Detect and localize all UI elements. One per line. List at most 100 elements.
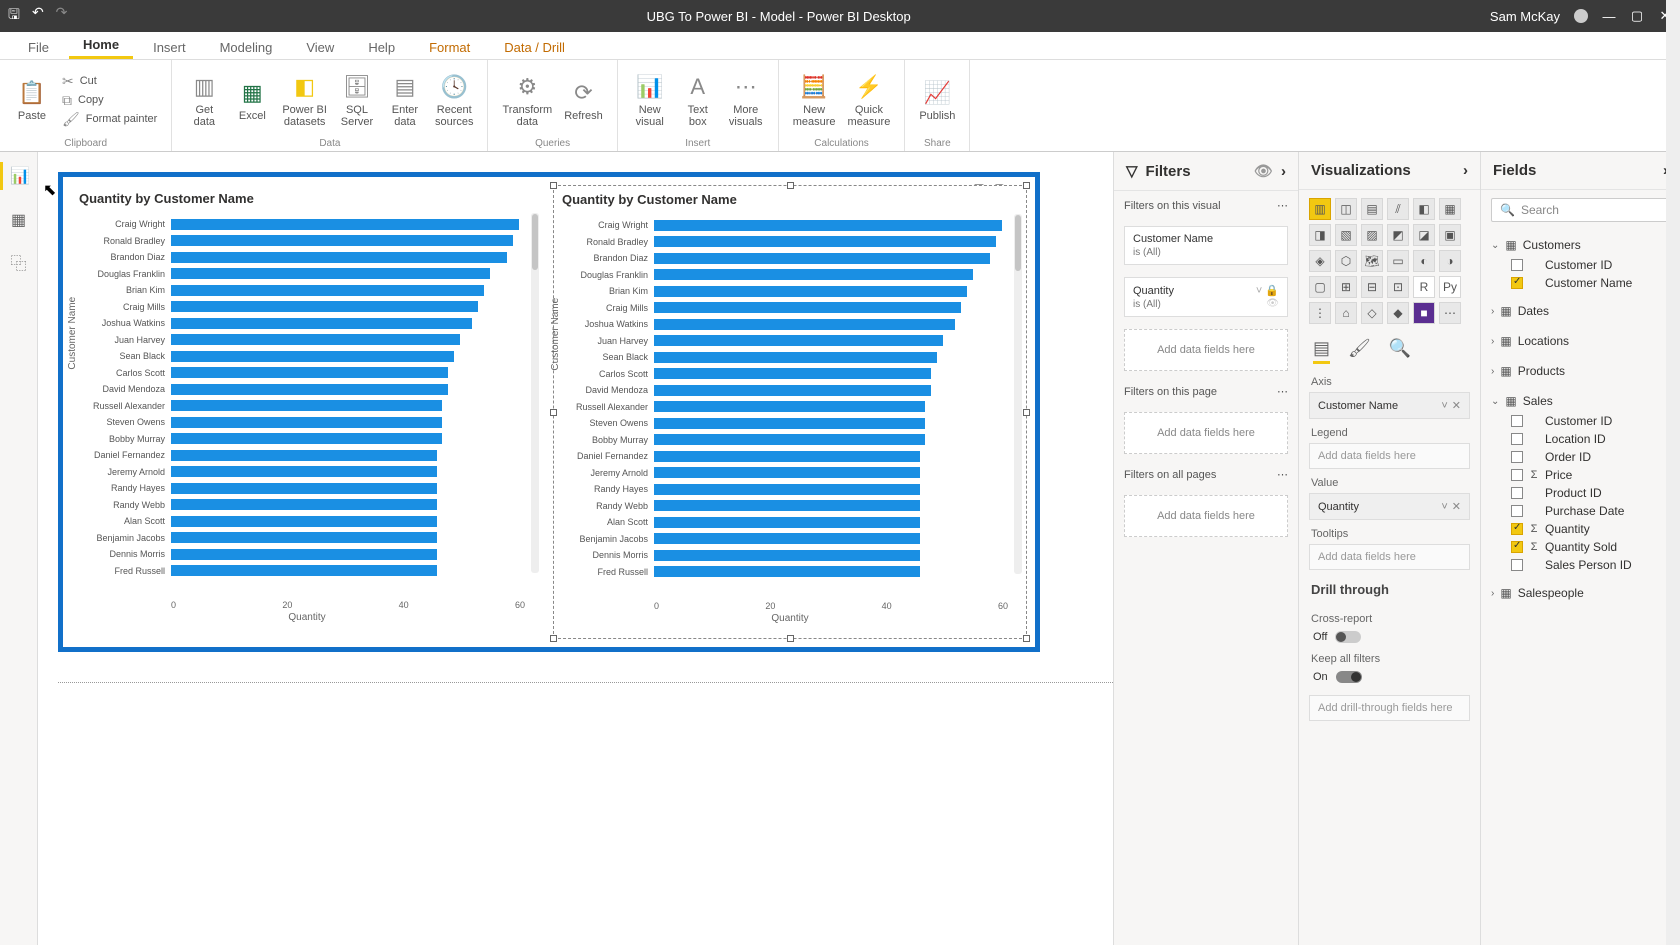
table-header[interactable]: ›▦Products [1491,360,1670,382]
bar-row[interactable]: Douglas Franklin [654,267,1008,284]
filter-card-customer[interactable]: Customer Name is (All) [1124,226,1288,265]
viz-type-icon[interactable]: Py [1439,276,1461,298]
bar-chart-2[interactable]: Quantity by Customer Name Customer Name … [553,185,1027,639]
field-row[interactable]: Purchase Date [1491,502,1670,520]
bar-chart-1[interactable]: Quantity by Customer Name Customer Name … [71,185,543,639]
bar-row[interactable]: Dennis Morris [654,547,1008,564]
bar-row[interactable]: Fred Russell [171,563,525,580]
viz-type-icon[interactable]: ⊞ [1335,276,1357,298]
field-row[interactable]: Sales Person ID [1491,556,1670,574]
viz-type-icon[interactable]: ⌂ [1335,302,1357,324]
viz-type-icon[interactable]: ◐ [1413,250,1435,272]
legend-well[interactable]: Add data fields here [1309,443,1470,469]
bar-row[interactable]: David Mendoza [171,381,525,398]
field-row[interactable]: ΣQuantity Sold [1491,538,1670,556]
bar-row[interactable]: Juan Harvey [171,332,525,349]
bar-row[interactable]: Craig Wright [654,217,1008,234]
bar-row[interactable]: Ronald Bradley [654,234,1008,251]
viz-type-icon[interactable]: 🗺 [1361,250,1383,272]
bar-row[interactable]: Bobby Murray [171,431,525,448]
filter-dropzone-all[interactable]: Add data fields here [1124,495,1288,537]
bar-row[interactable]: Randy Hayes [171,480,525,497]
viz-type-icon[interactable]: ◨ [1309,224,1331,246]
keep-filters-toggle[interactable]: On [1299,667,1480,687]
enter-data-button[interactable]: ▤Enter data [383,64,427,136]
viz-type-icon[interactable]: ◈ [1309,250,1331,272]
collapse-icon[interactable]: › [1463,162,1468,179]
viz-type-icon[interactable]: ◪ [1413,224,1435,246]
more-icon[interactable]: ⋯ [1277,385,1288,398]
more-visuals-button[interactable]: ⋯More visuals [724,64,768,136]
quick-measure-button[interactable]: ⚡Quick measure [844,64,895,136]
more-icon[interactable]: ⋯ [1277,199,1288,212]
report-canvas[interactable]: ▽ ▢ ⋯ Quantity by Customer Name Customer… [38,152,1113,945]
sql-server-button[interactable]: 🗄SQL Server [335,64,379,136]
analytics-tab-icon[interactable]: 🔍 [1389,338,1411,364]
data-view-icon[interactable]: ▦ [11,210,26,230]
bar-row[interactable]: Carlos Scott [171,365,525,382]
bar-row[interactable]: Brian Kim [171,282,525,299]
model-view-icon[interactable]: ⿻ [10,250,26,274]
viz-type-icon[interactable]: ◫ [1335,198,1357,220]
bar-row[interactable]: Douglas Franklin [171,266,525,283]
more-icon[interactable]: ⋯ [1277,468,1288,481]
bar-row[interactable]: Randy Hayes [654,481,1008,498]
undo-icon[interactable]: ↶ [32,4,44,28]
tab-help[interactable]: Help [354,35,409,59]
bar-row[interactable]: Craig Mills [654,300,1008,317]
bar-row[interactable]: Juan Harvey [654,333,1008,350]
bar-row[interactable]: Steven Owens [171,414,525,431]
bar-row[interactable]: Ronald Bradley [171,233,525,250]
viz-type-icon[interactable]: ▣ [1439,224,1461,246]
chart-scrollbar[interactable] [531,213,539,573]
viz-type-icon[interactable]: ◆ [1387,302,1409,324]
viz-type-icon[interactable]: ▢ [1309,276,1331,298]
bar-row[interactable]: Randy Webb [654,498,1008,515]
viz-type-icon[interactable]: ▥ [1309,198,1331,220]
collapse-icon[interactable]: › [1281,163,1286,180]
tooltips-well[interactable]: Add data fields here [1309,544,1470,570]
bar-row[interactable]: Sean Black [171,348,525,365]
bar-row[interactable]: Jeremy Arnold [654,465,1008,482]
format-tab-icon[interactable]: 🖌 [1348,338,1371,364]
bar-row[interactable]: Joshua Watkins [171,315,525,332]
recent-sources-button[interactable]: 🕓Recent sources [431,64,478,136]
bar-row[interactable]: David Mendoza [654,382,1008,399]
eye-icon[interactable]: 👁 [1254,162,1273,180]
copy-button[interactable]: ⧉Copy [62,92,157,109]
tab-file[interactable]: File [14,35,63,59]
bar-row[interactable]: Bobby Murray [654,432,1008,449]
report-view-icon[interactable]: 📊 [0,162,37,190]
filter-card-quantity[interactable]: Quantity˅ 🔒 is (All)👁 [1124,277,1288,317]
bar-row[interactable]: Russell Alexander [654,399,1008,416]
viz-type-icon[interactable]: ▦ [1439,198,1461,220]
refresh-button[interactable]: ⟳Refresh [560,64,607,136]
pbi-datasets-button[interactable]: ◧Power BI datasets [278,64,331,136]
save-icon[interactable]: 🖫 [8,4,20,28]
viz-type-icon[interactable]: ■ [1413,302,1435,324]
publish-button[interactable]: 📈Publish [915,64,959,136]
redo-icon[interactable]: ↷ [56,4,68,28]
bar-row[interactable]: Russell Alexander [171,398,525,415]
cross-report-toggle[interactable]: Off [1299,627,1480,647]
bar-row[interactable]: Benjamin Jacobs [171,530,525,547]
viz-type-icon[interactable]: ⫽ [1387,198,1409,220]
user-name[interactable]: Sam McKay [1490,9,1560,24]
table-header[interactable]: ›▦Locations [1491,330,1670,352]
viz-type-icon[interactable]: ▧ [1335,224,1357,246]
value-well[interactable]: Quantity˅✕ [1309,493,1470,520]
table-header[interactable]: ›▦Dates [1491,300,1670,322]
viz-type-icon[interactable]: ⬡ [1335,250,1357,272]
field-row[interactable]: Product ID [1491,484,1670,502]
chart-scrollbar[interactable] [1014,214,1022,574]
axis-well[interactable]: Customer Name˅✕ [1309,392,1470,419]
new-visual-button[interactable]: 📊New visual [628,64,672,136]
cut-button[interactable]: ✂Cut [62,73,157,90]
get-data-button[interactable]: ▥Get data [182,64,226,136]
filter-dropzone-page[interactable]: Add data fields here [1124,412,1288,454]
viz-type-icon[interactable]: ⊟ [1361,276,1383,298]
field-row[interactable]: Location ID [1491,430,1670,448]
field-row[interactable]: Customer ID [1491,256,1670,274]
restore-icon[interactable]: ▢ [1630,8,1644,24]
field-row[interactable]: ΣQuantity [1491,520,1670,538]
